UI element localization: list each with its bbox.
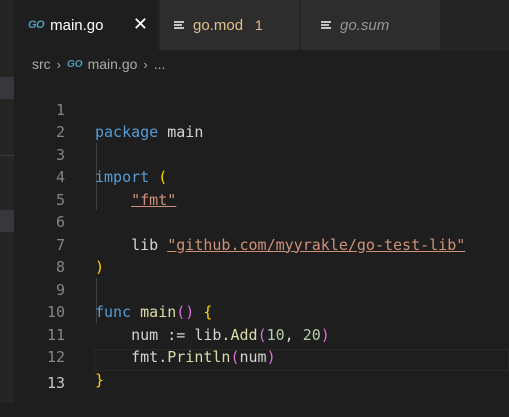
code-line: 11 fmt.Println(num)	[14, 301, 509, 367]
chevron-right-icon: ›	[56, 56, 62, 72]
sum-file-icon	[321, 20, 331, 30]
close-icon[interactable]: ✕	[133, 14, 148, 35]
tab-label: go.mod	[193, 16, 244, 34]
problem-count-badge: 1	[255, 17, 263, 33]
code-line: 5	[14, 166, 509, 209]
bracket: }	[95, 370, 105, 389]
code-line: 9 func main() {	[14, 256, 509, 322]
strip-divider	[0, 155, 14, 156]
code-line: 2	[14, 99, 509, 141]
code-line: 3 import (	[14, 121, 509, 187]
code-line: 12 }	[14, 324, 509, 389]
code-line: 8	[14, 234, 509, 276]
code-editor[interactable]: 1 package main 2 3 import ( 4 "fmt" 5 6 …	[14, 76, 509, 403]
code-line: 7 )	[14, 211, 509, 277]
tab-label: main.go	[50, 16, 104, 34]
tab-label: go.sum	[340, 16, 390, 34]
breadcrumb-file[interactable]: main.go	[88, 56, 138, 72]
strip-marker	[0, 210, 14, 232]
code-line: 4 "fmt"	[14, 144, 509, 209]
line-number: 13	[46, 373, 65, 392]
tab-main-go[interactable]: GO main.go ✕	[14, 0, 159, 50]
go-file-icon: GO	[67, 58, 83, 70]
breadcrumb-symbols[interactable]: ...	[154, 56, 166, 72]
code-line: 13	[14, 349, 509, 392]
mod-file-icon	[174, 20, 184, 30]
activity-strip	[0, 0, 14, 403]
chevron-right-icon: ›	[143, 56, 148, 72]
code-line: 10 num := lib.Add(10, 20)	[14, 279, 509, 344]
go-file-icon: GO	[28, 19, 45, 31]
tab-go-sum[interactable]: go.sum	[301, 0, 441, 50]
tab-go-mod[interactable]: go.mod 1	[160, 0, 300, 50]
breadcrumb: src › GO main.go › ...	[14, 50, 509, 78]
code-line: 6 lib "github.com/myyrakle/go-test-lib"	[14, 189, 509, 254]
strip-marker	[0, 77, 14, 99]
tab-bar: GO main.go ✕ go.mod 1 go.sum	[14, 0, 509, 50]
breadcrumb-folder[interactable]: src	[32, 56, 51, 72]
code-line: 1 package main	[14, 76, 509, 142]
